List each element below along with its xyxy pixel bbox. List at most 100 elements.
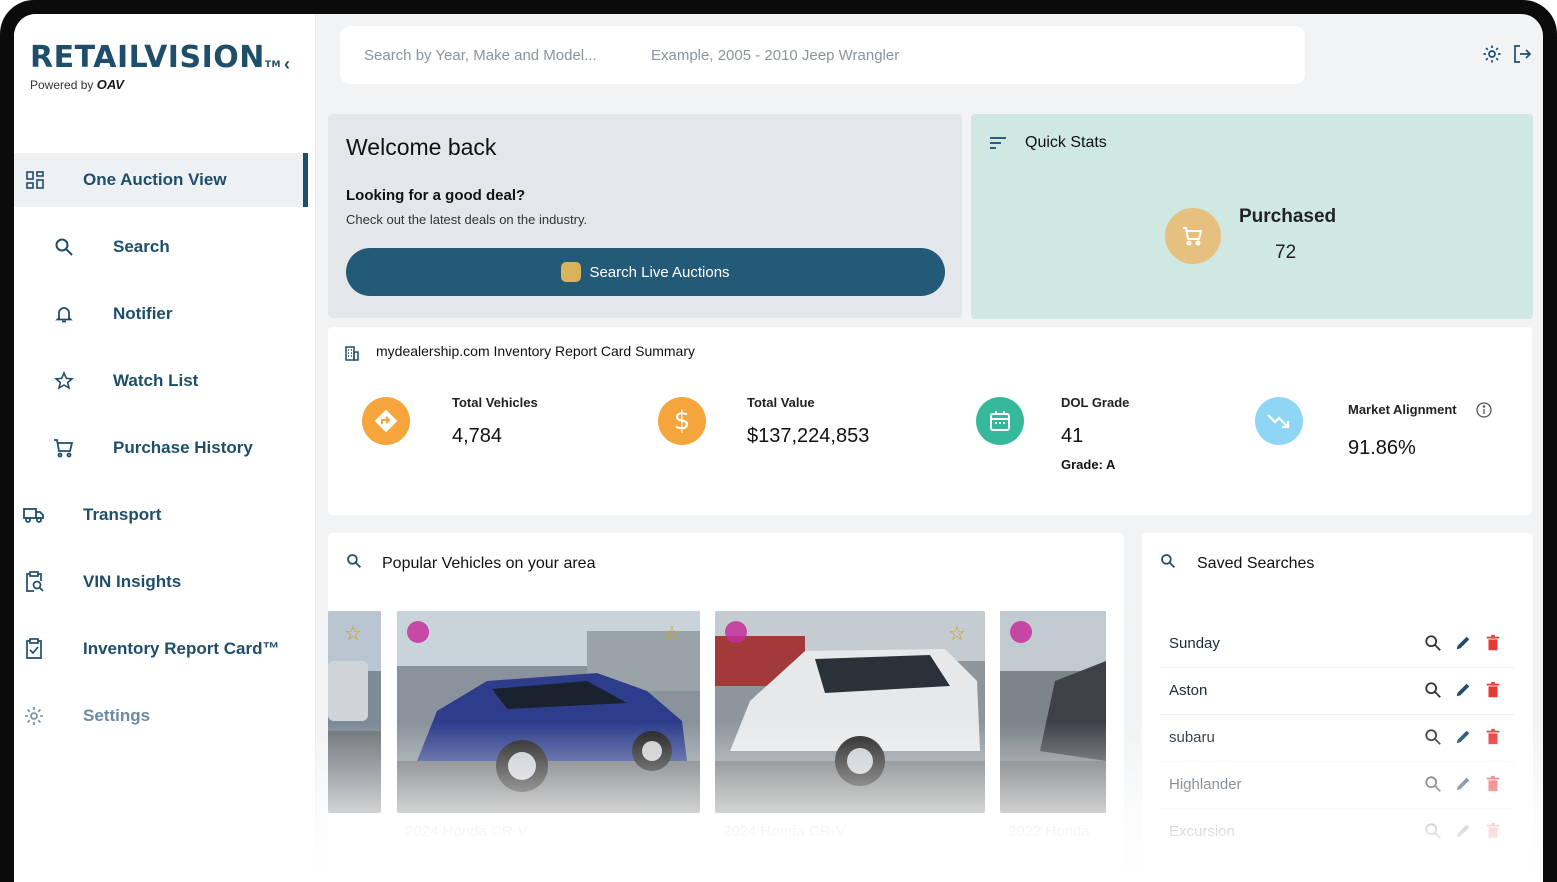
logout-icon[interactable] [1512, 44, 1532, 69]
sidebar-item-watch-list[interactable]: Watch List [14, 354, 308, 408]
settings-gear-icon[interactable] [1482, 44, 1502, 69]
dealer-badge-icon [725, 621, 747, 643]
welcome-subtitle: Check out the latest deals on the indust… [346, 212, 588, 227]
dol-grade-label: DOL Grade [1061, 395, 1130, 410]
saved-search-name: Excursion [1169, 823, 1235, 840]
filter-icon [989, 136, 1007, 155]
sidebar-item-label: Notifier [113, 304, 173, 323]
popular-vehicles-card: Popular Vehicles on your area ☆ ☆ ☆ 2024… [328, 533, 1124, 882]
sidebar-item-inventory-report-card[interactable]: Inventory Report Card™ [14, 622, 308, 676]
favorite-star-icon[interactable]: ☆ [663, 621, 681, 646]
market-alignment-value: 91.86% [1348, 437, 1416, 459]
delete-trash-icon[interactable] [1484, 775, 1502, 798]
favorite-star-icon[interactable]: ☆ [948, 621, 966, 646]
vehicle-card[interactable] [1000, 611, 1106, 813]
edit-pencil-icon[interactable] [1454, 634, 1472, 657]
info-icon[interactable] [1476, 402, 1492, 423]
favorite-star-icon[interactable]: ☆ [344, 621, 362, 646]
delete-trash-icon[interactable] [1484, 822, 1502, 845]
search-placeholder: Search by Year, Make and Model... [364, 46, 597, 64]
saved-searches-title: Saved Searches [1197, 555, 1315, 572]
run-search-icon[interactable] [1424, 822, 1442, 845]
saved-searches-card: Saved Searches Sunday Aston subaru Highl… [1142, 533, 1533, 882]
sidebar-item-vin-insights[interactable]: VIN Insights [14, 555, 308, 609]
search-icon [53, 236, 75, 258]
sidebar-item-label: Search [113, 237, 170, 256]
auction-icon [561, 262, 582, 282]
purchased-value: 72 [1275, 242, 1297, 263]
delete-trash-icon[interactable] [1484, 634, 1502, 657]
edit-pencil-icon[interactable] [1454, 775, 1472, 798]
building-icon [344, 345, 360, 366]
report-title: mydealership.com Inventory Report Card S… [376, 343, 696, 359]
run-search-icon[interactable] [1424, 634, 1442, 657]
welcome-card: Welcome back Looking for a good deal? Ch… [328, 114, 962, 318]
sidebar-item-purchase-history[interactable]: Purchase History [14, 421, 308, 475]
report-card-summary: mydealership.com Inventory Report Card S… [328, 327, 1532, 515]
gear-icon [23, 705, 45, 727]
cart-icon [53, 437, 75, 459]
vehicle-name[interactable]: 2022 Honda [1008, 823, 1090, 840]
sidebar-item-transport[interactable]: Transport [14, 488, 308, 542]
device-frame: RETAILVISIONTM Powered by OAV ‹ One Auct… [0, 0, 1557, 882]
search-input[interactable]: Search by Year, Make and Model... Exampl… [340, 26, 1305, 84]
dol-grade-letter: Grade: A [1061, 457, 1116, 472]
powered-prefix: Powered by [30, 78, 94, 92]
saved-search-name: subaru [1169, 729, 1215, 746]
logo: RETAILVISIONTM Powered by OAV [30, 40, 281, 92]
star-icon [53, 370, 75, 392]
trend-down-icon [1255, 397, 1303, 445]
vehicle-card[interactable]: ☆ [715, 611, 985, 813]
vehicle-name[interactable]: 2024 Honda CR-V [405, 823, 528, 840]
sidebar-item-settings[interactable]: Settings [14, 689, 308, 743]
sidebar-item-label: Inventory Report Card™ [83, 639, 280, 658]
calendar-icon [976, 397, 1024, 445]
total-vehicles-value: 4,784 [452, 425, 503, 447]
dol-grade-value: 41 [1061, 425, 1084, 447]
sidebar-item-label: One Auction View [83, 170, 227, 189]
delete-trash-icon[interactable] [1484, 728, 1502, 751]
app-screen: RETAILVISIONTM Powered by OAV ‹ One Auct… [14, 14, 1543, 882]
total-vehicles-label: Total Vehicles [452, 395, 538, 410]
saved-search-row[interactable]: subaru [1160, 716, 1514, 762]
saved-search-name: Highlander [1169, 776, 1242, 793]
sidebar-item-notifier[interactable]: Notifier [14, 287, 308, 341]
saved-search-row[interactable]: Highlander [1160, 763, 1514, 809]
vehicle-card[interactable]: ☆ [328, 611, 381, 813]
vehicle-name[interactable]: 2024 Honda CR-V [723, 823, 846, 840]
direction-icon [362, 397, 410, 445]
vehicle-card[interactable]: ☆ [397, 611, 700, 813]
clipboard-search-icon [23, 571, 45, 593]
sidebar-item-search[interactable]: Search [14, 220, 308, 274]
search-live-auctions-button[interactable]: Search Live Auctions [346, 248, 945, 296]
run-search-icon[interactable] [1424, 681, 1442, 704]
purchased-label: Purchased [1239, 206, 1337, 227]
saved-search-row[interactable]: Sunday [1160, 622, 1514, 668]
saved-search-row[interactable]: Excursion [1160, 810, 1514, 856]
saved-search-name: Sunday [1169, 635, 1220, 652]
sidebar-item-one-auction-view[interactable]: One Auction View [14, 153, 308, 207]
top-actions [1482, 44, 1532, 69]
saved-search-row[interactable]: Aston [1160, 669, 1514, 715]
run-search-icon[interactable] [1424, 775, 1442, 798]
sidebar-item-label: Transport [83, 505, 162, 524]
truck-icon [23, 504, 45, 526]
run-search-icon[interactable] [1424, 728, 1442, 751]
edit-pencil-icon[interactable] [1454, 681, 1472, 704]
sidebar-item-label: Purchase History [113, 438, 253, 457]
quick-stats-title: Quick Stats [1025, 134, 1107, 151]
dealer-badge-icon [407, 621, 429, 643]
delete-trash-icon[interactable] [1484, 681, 1502, 704]
powered-brand: OAV [96, 77, 124, 92]
quick-stats-card: Quick Stats Purchased 72 [971, 114, 1533, 319]
total-value-value: $137,224,853 [747, 425, 870, 447]
collapse-sidebar-icon[interactable]: ‹ [284, 54, 290, 75]
search-icon [346, 553, 362, 574]
edit-pencil-icon[interactable] [1454, 728, 1472, 751]
edit-pencil-icon[interactable] [1454, 822, 1472, 845]
search-live-auctions-label: Search Live Auctions [589, 263, 730, 281]
saved-search-name: Aston [1169, 682, 1208, 699]
welcome-title: Welcome back [346, 134, 497, 160]
sidebar-item-label: Watch List [113, 371, 199, 390]
purchased-cart-icon [1165, 208, 1221, 264]
